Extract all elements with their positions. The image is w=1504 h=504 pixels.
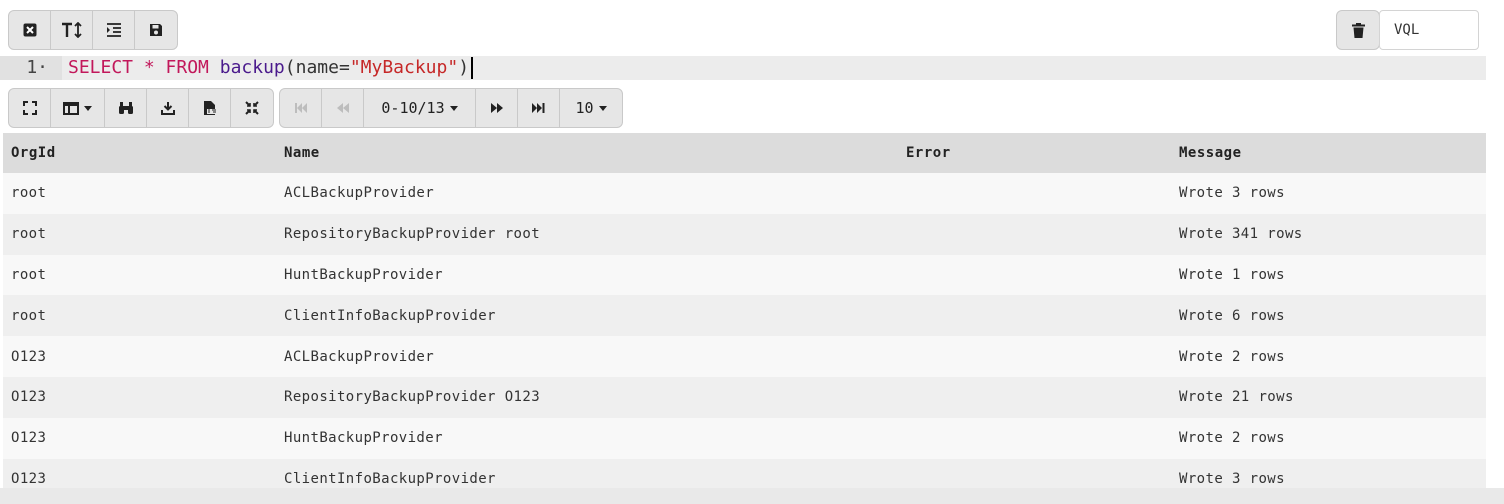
first-page-button[interactable] <box>280 89 322 127</box>
first-page-icon <box>294 103 307 113</box>
chevron-down-icon <box>449 105 458 111</box>
close-square-icon <box>23 23 36 37</box>
code-line[interactable]: SELECT * FROM backup(name="MyBackup") <box>68 56 474 80</box>
cell-message: Wrote 2 rows <box>1171 336 1486 377</box>
open-paren: ( <box>284 57 296 78</box>
column-header-name[interactable]: Name <box>276 133 898 173</box>
cell-message: Wrote 341 rows <box>1171 213 1486 255</box>
cell-name: ClientInfoBackupProvider <box>276 295 898 337</box>
csv-file-icon <box>203 101 217 115</box>
find-button[interactable] <box>105 89 147 127</box>
cell-error <box>898 417 1171 459</box>
function-name: backup <box>219 57 285 78</box>
cell-error <box>898 213 1171 255</box>
table-row[interactable]: O123 ACLBackupProvider Wrote 2 rows <box>3 336 1486 377</box>
cell-orgid: root <box>3 295 276 337</box>
save-icon <box>150 24 162 36</box>
cell-error <box>898 295 1171 337</box>
results-view-toolbar <box>8 88 274 128</box>
rewind-icon <box>336 103 349 113</box>
page-size: 10 <box>575 99 594 117</box>
editor-toolbar <box>8 10 178 50</box>
compress-icon <box>245 101 259 115</box>
horizontal-scrollbar[interactable] <box>0 488 1504 504</box>
chevron-down-icon <box>598 105 607 111</box>
table-row[interactable]: root RepositoryBackupProvider root Wrote… <box>3 213 1486 255</box>
close-paren: ) <box>458 57 470 78</box>
results-table: OrgId Name Error Message root ACLBackupP… <box>3 133 1486 500</box>
page-size-dropdown[interactable]: 10 <box>560 89 622 127</box>
table-row[interactable]: root ACLBackupProvider Wrote 3 rows <box>3 173 1486 214</box>
cell-error <box>898 254 1171 296</box>
delete-button[interactable] <box>1337 11 1379 49</box>
code-star: * <box>133 57 166 78</box>
last-page-button[interactable] <box>518 89 560 127</box>
compact-view-button[interactable] <box>231 89 273 127</box>
indent-button[interactable] <box>93 11 135 49</box>
cell-name: ACLBackupProvider <box>276 336 898 377</box>
chevron-down-icon <box>84 105 92 111</box>
cell-message: Wrote 2 rows <box>1171 417 1486 459</box>
cell-name: HuntBackupProvider <box>276 417 898 459</box>
download-button[interactable] <box>147 89 189 127</box>
page-range: 0-10/13 <box>381 99 445 117</box>
next-page-button[interactable] <box>476 89 518 127</box>
columns-button[interactable] <box>51 89 105 127</box>
text-cursor <box>471 57 474 79</box>
clear-button[interactable] <box>9 11 51 49</box>
cell-name: HuntBackupProvider <box>276 254 898 296</box>
text-height-icon <box>61 22 82 38</box>
cell-message: Wrote 3 rows <box>1171 173 1486 214</box>
keyword-from: FROM <box>165 57 209 78</box>
cell-error <box>898 376 1171 418</box>
table-row[interactable]: root ClientInfoBackupProvider Wrote 6 ro… <box>3 295 1486 337</box>
save-button[interactable] <box>135 11 177 49</box>
cell-orgid: O123 <box>3 336 276 377</box>
table-row[interactable]: O123 RepositoryBackupProvider O123 Wrote… <box>3 376 1486 418</box>
export-csv-button[interactable] <box>189 89 231 127</box>
download-icon <box>160 102 175 115</box>
fullscreen-button[interactable] <box>9 89 51 127</box>
cell-error <box>898 173 1171 214</box>
keyword-select: SELECT <box>68 57 134 78</box>
string-literal: "MyBackup" <box>349 57 459 78</box>
cell-name: RepositoryBackupProvider root <box>276 213 898 255</box>
argument-name: name= <box>295 57 350 78</box>
trash-icon <box>1351 22 1365 38</box>
last-page-icon <box>531 103 544 113</box>
font-size-button[interactable] <box>51 11 93 49</box>
column-header-message[interactable]: Message <box>1171 133 1486 173</box>
vertical-scrollbar[interactable] <box>1486 0 1504 504</box>
page-range-dropdown[interactable]: 0-10/13 <box>364 89 476 127</box>
cell-orgid: root <box>3 213 276 255</box>
expand-icon <box>22 101 37 115</box>
column-header-orgid[interactable]: OrgId <box>3 133 276 173</box>
columns-icon <box>63 101 79 115</box>
language-select[interactable]: VQL <box>1379 10 1479 50</box>
table-row[interactable]: O123 HuntBackupProvider Wrote 2 rows <box>3 417 1486 459</box>
code-editor[interactable]: 1· SELECT * FROM backup(name="MyBackup") <box>0 56 1486 80</box>
fast-forward-icon <box>490 103 503 113</box>
cell-orgid: root <box>3 254 276 296</box>
editor-toolbar-area: VQL <box>0 0 1504 56</box>
table-header-row: OrgId Name Error Message <box>3 133 1486 173</box>
indent-icon <box>106 23 121 37</box>
cell-orgid: root <box>3 173 276 214</box>
pagination-toolbar: 0-10/13 10 <box>279 88 623 128</box>
column-header-error[interactable]: Error <box>898 133 1171 173</box>
previous-page-button[interactable] <box>322 89 364 127</box>
cell-name: RepositoryBackupProvider O123 <box>276 376 898 418</box>
delete-button-group <box>1336 10 1380 50</box>
table-row[interactable]: root HuntBackupProvider Wrote 1 rows <box>3 254 1486 296</box>
cell-orgid: O123 <box>3 417 276 459</box>
cell-error <box>898 336 1171 377</box>
line-number: 1· <box>0 56 62 80</box>
cell-message: Wrote 1 rows <box>1171 254 1486 296</box>
cell-message: Wrote 6 rows <box>1171 295 1486 337</box>
cell-name: ACLBackupProvider <box>276 173 898 214</box>
cell-orgid: O123 <box>3 376 276 418</box>
cell-message: Wrote 21 rows <box>1171 376 1486 418</box>
binoculars-icon <box>118 102 133 114</box>
